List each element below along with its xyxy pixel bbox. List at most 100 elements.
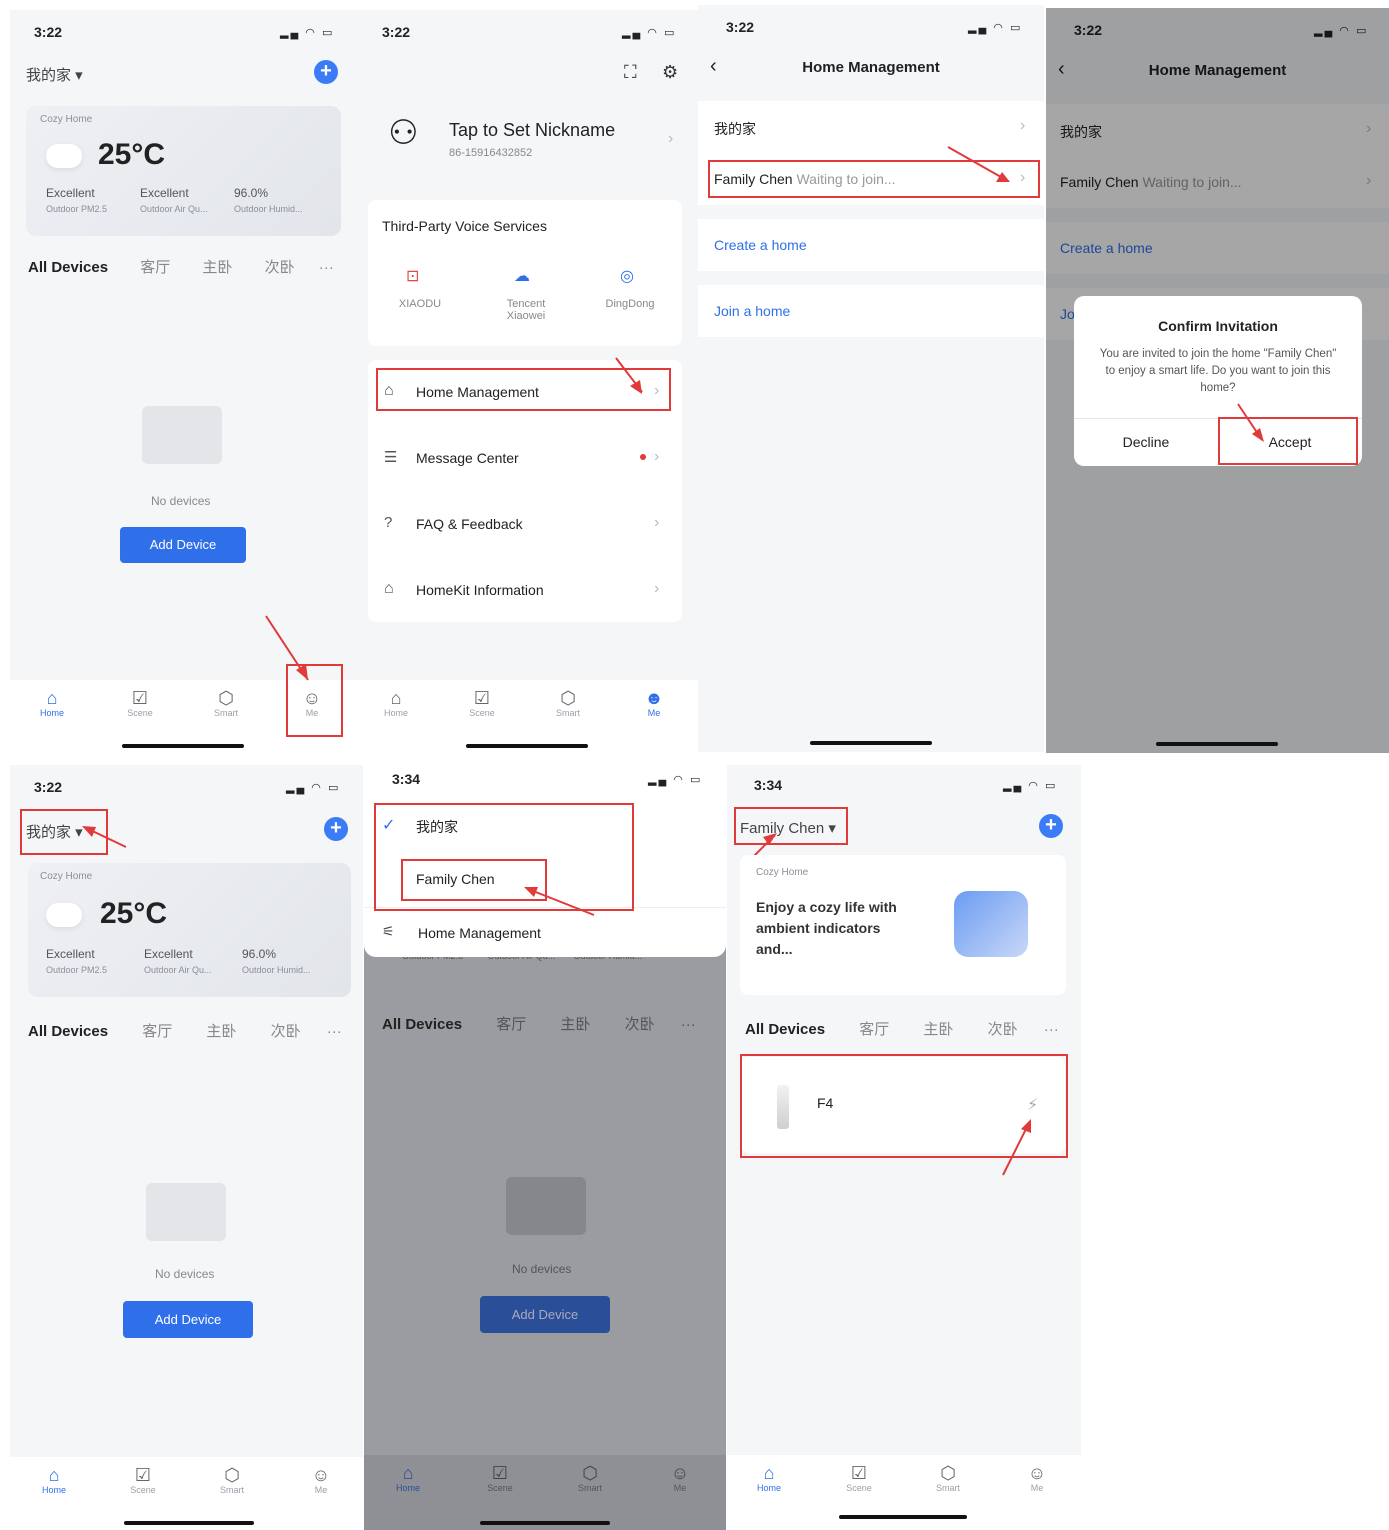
house-illustration <box>954 891 1028 957</box>
add-device-button[interactable]: Add Device <box>480 1296 610 1333</box>
nav-scene[interactable]: ☑ Scene <box>120 688 160 718</box>
nav-scene[interactable]: ☑ Scene <box>480 1463 520 1493</box>
tab-more[interactable]: ··· <box>327 1023 342 1040</box>
tab-room[interactable]: 客厅 <box>859 1021 889 1038</box>
nav-smart[interactable]: ⬡ Smart <box>212 1465 252 1495</box>
bottom-nav: ⌂ Home ☑ Scene ⬡ Smart ☺ Me <box>727 1455 1081 1530</box>
help-icon: ? <box>384 514 393 531</box>
nav-me[interactable]: ☺ Me <box>301 1465 341 1495</box>
home-selector[interactable]: 我的家 ▾ <box>26 64 83 85</box>
metric-label: Outdoor Humid... <box>234 204 303 214</box>
tab-more[interactable]: ··· <box>1044 1021 1059 1038</box>
nav-me[interactable]: ☺ Me <box>660 1463 700 1493</box>
nav-me[interactable]: ☻ Me <box>634 688 674 718</box>
menu-faq[interactable]: FAQ & Feedback <box>416 516 523 532</box>
home-indicator <box>810 741 932 745</box>
nav-home[interactable]: ⌂ Home <box>376 688 416 718</box>
nav-home[interactable]: ⌂ Home <box>34 1465 74 1495</box>
nav-home[interactable]: ⌂ Home <box>749 1463 789 1493</box>
weather-card[interactable]: Cozy Home 25°C Excellent Outdoor PM2.5 E… <box>28 863 351 997</box>
nav-label: Scene <box>846 1483 872 1493</box>
nav-home[interactable]: ⌂ Home <box>32 688 72 718</box>
tab-room[interactable]: 客厅 <box>140 259 170 276</box>
tab-room[interactable]: 主卧 <box>206 1023 236 1040</box>
menu-homekit[interactable]: HomeKit Information <box>416 582 544 598</box>
bottom-nav: ⌂ Home ☑ Scene ⬡ Smart ☻ Me <box>360 680 698 752</box>
tab-more[interactable]: ··· <box>319 259 334 276</box>
add-plus-button[interactable]: + <box>324 817 348 841</box>
nav-smart[interactable]: ⬡ Smart <box>206 688 246 718</box>
banner-title: Cozy Home <box>756 867 809 878</box>
me-icon: ☻ <box>644 688 664 708</box>
join-home-row[interactable]: Join a home <box>698 285 1044 337</box>
dropdown-home-management[interactable]: Home Management <box>418 925 541 941</box>
tab-more[interactable]: ··· <box>681 1016 696 1033</box>
nickname[interactable]: Tap to Set Nickname <box>449 120 615 141</box>
status-icons: ▂▄ ◠ ▭ <box>648 774 703 786</box>
settings-icon[interactable]: ⚙ <box>662 62 678 83</box>
metric-value: 96.0% <box>234 186 269 200</box>
nav-scene[interactable]: ☑ Scene <box>839 1463 879 1493</box>
nav-label: Smart <box>555 708 580 718</box>
nav-label: Scene <box>130 1485 156 1495</box>
voice-title: Third-Party Voice Services <box>382 218 547 234</box>
red-arrow <box>265 615 309 681</box>
nav-smart[interactable]: ⬡ Smart <box>548 688 588 718</box>
status-icons: ▂▄ ◠ ▭ <box>622 27 677 39</box>
join-home-link[interactable]: Join a home <box>714 303 790 319</box>
room-tabs: All Devices 客厅 主卧 次卧 ··· <box>28 1020 358 1041</box>
nav-scene[interactable]: ☑ Scene <box>462 688 502 718</box>
tab-all-devices[interactable]: All Devices <box>745 1021 825 1038</box>
add-plus-button[interactable]: + <box>314 60 338 84</box>
avatar[interactable]: ⚇ <box>388 116 418 150</box>
screen-home-management: 3:22 ▂▄ ◠ ▭ ‹ Home Management 我的家 › Fami… <box>698 5 1044 752</box>
dingdong-icon: ◎ <box>620 268 634 285</box>
banner-card[interactable]: Cozy Home Enjoy a cozy life with ambient… <box>740 855 1066 995</box>
status-time: 3:22 <box>34 779 63 795</box>
tab-all-devices[interactable]: All Devices <box>28 259 108 276</box>
nav-home[interactable]: ⌂ Home <box>388 1463 428 1493</box>
add-device-button[interactable]: Add Device <box>120 527 246 563</box>
xiaodu-icon: ⊡ <box>406 268 420 285</box>
me-icon: ☺ <box>311 1465 331 1485</box>
voice-service[interactable]: DingDong <box>600 298 660 310</box>
nav-smart[interactable]: ⬡ Smart <box>928 1463 968 1493</box>
red-arrow <box>615 357 643 394</box>
scan-icon[interactable]: ⛶ <box>624 62 637 83</box>
metric-value: Excellent <box>46 947 95 961</box>
tab-all-devices[interactable]: All Devices <box>28 1023 108 1040</box>
temperature: 25°C <box>100 897 168 930</box>
decline-button[interactable]: Decline <box>1074 434 1218 450</box>
tab-room[interactable]: 主卧 <box>202 259 232 276</box>
tab-room[interactable]: 客厅 <box>142 1023 172 1040</box>
smart-icon: ⬡ <box>582 1463 598 1483</box>
create-home-row[interactable]: Create a home <box>698 219 1044 271</box>
nav-scene[interactable]: ☑ Scene <box>123 1465 163 1495</box>
add-device-button[interactable]: Add Device <box>123 1301 253 1338</box>
tab-room[interactable]: 次卧 <box>271 1023 301 1040</box>
metric-value: 96.0% <box>242 947 277 961</box>
nav-smart[interactable]: ⬡ Smart <box>570 1463 610 1493</box>
tab-room[interactable]: 主卧 <box>560 1016 590 1033</box>
tab-room[interactable]: 次卧 <box>625 1016 655 1033</box>
tab-room[interactable]: 客厅 <box>496 1016 526 1033</box>
status-icons: ▂▄ ◠ ▭ <box>1003 780 1058 792</box>
me-icon: ☺ <box>670 1463 690 1483</box>
no-devices-text: No devices <box>512 1262 572 1276</box>
tab-room[interactable]: 主卧 <box>923 1021 953 1038</box>
nav-label: Smart <box>213 708 238 718</box>
nav-label: Home <box>41 1485 66 1495</box>
voice-service[interactable]: Tencent Xiaowei <box>496 298 556 322</box>
voice-service[interactable]: XIAODU <box>390 298 450 310</box>
weather-card[interactable]: Cozy Home 25°C Excellent Outdoor PM2.5 E… <box>26 106 341 236</box>
create-home-link[interactable]: Create a home <box>714 237 807 253</box>
tab-room[interactable]: 次卧 <box>988 1021 1018 1038</box>
tab-all-devices[interactable]: All Devices <box>382 1016 462 1033</box>
home-item[interactable]: 我的家 <box>714 119 756 139</box>
home-icon: ⌂ <box>402 1463 414 1483</box>
menu-message-center[interactable]: Message Center <box>416 450 519 466</box>
add-plus-button[interactable]: + <box>1039 814 1063 838</box>
tab-room[interactable]: 次卧 <box>265 259 295 276</box>
nav-me[interactable]: ☺ Me <box>1017 1463 1057 1493</box>
cloud-icon <box>46 144 82 168</box>
